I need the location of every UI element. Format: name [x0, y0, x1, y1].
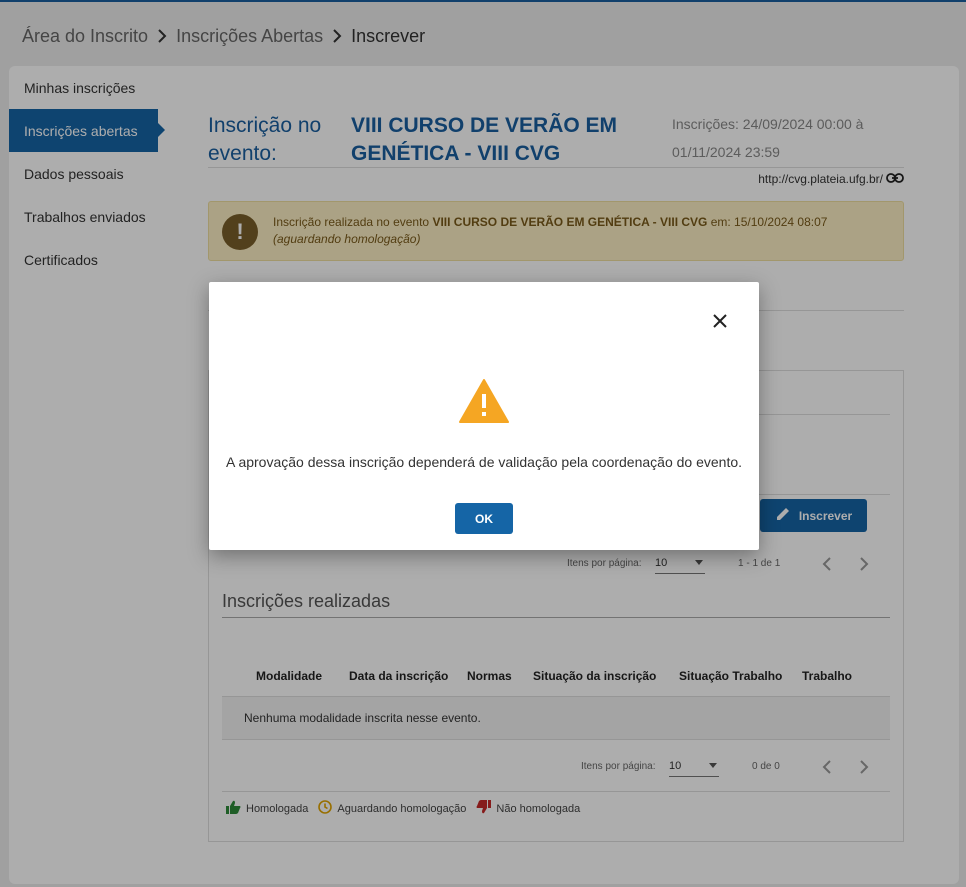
- warning-icon: [458, 378, 510, 429]
- approval-dialog: A aprovação dessa inscrição dependerá de…: [209, 282, 759, 550]
- ok-button[interactable]: OK: [455, 503, 513, 534]
- close-icon[interactable]: [711, 312, 729, 330]
- dialog-message: A aprovação dessa inscrição dependerá de…: [225, 454, 743, 470]
